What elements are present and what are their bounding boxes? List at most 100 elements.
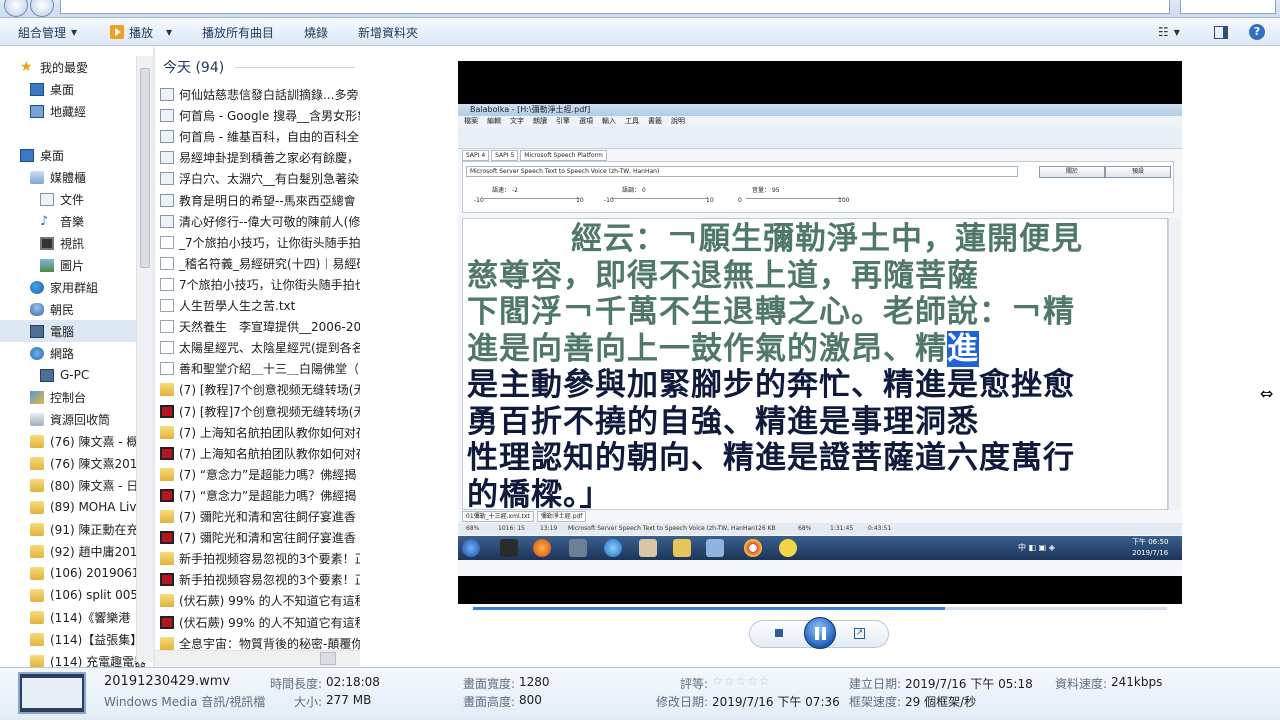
sidebar-item-desktop[interactable]: 桌面 bbox=[20, 144, 64, 166]
sidebar-folder[interactable]: (76) 陳文熹2019 bbox=[30, 452, 145, 474]
sidebar-item-library[interactable]: 媒體櫃 bbox=[30, 166, 86, 188]
file-item[interactable]: _7个旅拍小技巧，让你街头随手拍 bbox=[160, 232, 360, 253]
app-icon bbox=[779, 539, 797, 557]
file-item[interactable]: 新手拍视频容易忽视的3个要素！正 bbox=[160, 569, 360, 590]
sidebar-item-map[interactable]: 地藏經 bbox=[30, 100, 86, 122]
music-note-icon: ♪ bbox=[40, 213, 49, 229]
folder-icon bbox=[30, 610, 44, 624]
sidebar-scroll-thumb[interactable] bbox=[140, 68, 150, 268]
sidebar-folder[interactable]: (80) 陳文熹 - 日 bbox=[30, 474, 138, 496]
file-item[interactable]: (7) [教程]7个创意视频无缝转场(无 bbox=[160, 379, 360, 400]
sidebar-item-computer[interactable]: 電腦 bbox=[0, 320, 136, 342]
rating-stars[interactable]: ☆☆☆☆☆ bbox=[712, 674, 771, 688]
video-volume-slider bbox=[746, 198, 842, 199]
explorer-icon bbox=[673, 539, 691, 557]
sidebar-item-label: 桌面 bbox=[50, 82, 75, 97]
file-item[interactable]: (7) 上海知名航拍团队教你如何对夜 bbox=[160, 443, 360, 464]
file-item[interactable]: (7) 上海知名航拍团队教你如何对夜 bbox=[160, 422, 360, 443]
pitch-value: 0 bbox=[641, 187, 646, 194]
file-item[interactable]: 浮白穴、太淵穴__有白髮別急著染 bbox=[160, 168, 360, 189]
sidebar-folder[interactable]: (114)《響樂港 bbox=[30, 606, 130, 628]
address-bar[interactable] bbox=[60, 0, 1170, 14]
video-menu-item: 文字 bbox=[510, 117, 524, 125]
file-item[interactable]: (伏石蕨) 99% 的人不知道它有這種 bbox=[160, 590, 360, 611]
sidebar-item-network[interactable]: 網路 bbox=[30, 342, 74, 364]
file-item[interactable]: 太陽星經咒、太陰星經咒(提到各名 bbox=[160, 337, 360, 358]
sidebar-folder[interactable]: (92) 趙中庸2019 bbox=[30, 540, 145, 562]
file-item[interactable]: 何首烏 - Google 搜尋__含男女形象 bbox=[160, 105, 360, 126]
details-created[interactable]: 2019/7/16 下午 05:18 bbox=[905, 675, 1033, 692]
video-menu-item: 書籤 bbox=[648, 117, 662, 125]
status-field: Microsoft Server Speech Text to Speech V… bbox=[568, 525, 758, 532]
sidebar-item-favorites[interactable]: ★ 我的最愛 bbox=[20, 56, 88, 78]
sidebar-folder[interactable]: (89) MOHA Liv bbox=[30, 496, 136, 518]
sidebar-folder[interactable]: (114)【益張集】 bbox=[30, 628, 142, 650]
user-icon bbox=[30, 302, 44, 316]
file-name: _7个旅拍小技巧，让你街头随手拍 bbox=[179, 235, 360, 250]
preview-pane-button[interactable] bbox=[1214, 23, 1228, 41]
file-item[interactable]: 人生哲學人生之苦.txt bbox=[160, 295, 360, 316]
sidebar-item-documents[interactable]: 文件 bbox=[40, 188, 84, 210]
sidebar-folder[interactable]: (76) 陳文熹 - 概 bbox=[30, 430, 138, 452]
back-button[interactable] bbox=[4, 0, 28, 17]
help-button[interactable]: ? bbox=[1249, 23, 1265, 41]
sidebar-item-homegroup[interactable]: 家用群組 bbox=[30, 276, 98, 298]
slider-mark: 0 bbox=[738, 197, 742, 204]
file-item[interactable]: 何仙姑慈悲信發白話訓摘錄...多旁... bbox=[160, 84, 360, 105]
file-item[interactable]: 7个旅拍小技巧，让你街头随手拍也 bbox=[160, 274, 360, 295]
file-item[interactable]: _稽名符義_易經研究(十四)｜易經研 bbox=[160, 253, 360, 274]
sidebar-item-videos[interactable]: 視訊 bbox=[40, 232, 84, 254]
new-folder-button[interactable]: 新增資料夾 bbox=[358, 23, 418, 41]
details-height[interactable]: 800 bbox=[519, 693, 542, 707]
file-item[interactable]: (7) 彌陀光和清和宮往飼仔宴進香 - bbox=[160, 506, 360, 527]
group-header[interactable]: 今天 (94) bbox=[163, 57, 224, 77]
file-item[interactable]: 教育是明日的希望--馬來西亞總會 bbox=[160, 190, 360, 211]
details-datarate-label: 資料速度: bbox=[1055, 677, 1108, 691]
chevron-down-icon: ▼ bbox=[1173, 27, 1180, 37]
status-field: 68% bbox=[798, 525, 812, 532]
sidebar-item-control-panel[interactable]: 控制台 bbox=[30, 386, 86, 408]
sidebar-item-user[interactable]: 朝民 bbox=[30, 298, 74, 320]
sidebar-item-recycle-bin[interactable]: 資源回收筒 bbox=[30, 408, 110, 430]
sidebar-item-music[interactable]: ♪ 音樂 bbox=[40, 210, 84, 232]
sidebar-folder[interactable]: (106) 20190619 bbox=[30, 562, 147, 584]
view-options-button[interactable]: ☷ ▼ bbox=[1158, 23, 1180, 41]
file-item[interactable]: 新手拍视频容易忽视的3个要素！正 bbox=[160, 548, 360, 569]
organize-button[interactable]: 組合管理 ▼ bbox=[18, 23, 77, 41]
file-item[interactable]: (伏石蕨) 99% 的人不知道它有這種 bbox=[160, 612, 360, 633]
file-item[interactable]: 天然養生 李宣瑋提供__2006-200 bbox=[160, 316, 360, 337]
rate-value: -2 bbox=[511, 187, 518, 194]
file-item[interactable]: 易經坤卦提到積善之家必有餘慶， bbox=[160, 147, 360, 168]
open-player-button[interactable]: ↗ bbox=[854, 628, 865, 639]
file-item[interactable]: (7) [教程]7个创意视频无缝转场(无 bbox=[160, 401, 360, 422]
file-item[interactable]: (7) “意念力”是超能力嗎？佛經揭 bbox=[160, 485, 360, 506]
details-width[interactable]: 1280 bbox=[519, 675, 550, 689]
video-text-unread: 勇百折不撓的自強、精進是事理洞悉 bbox=[467, 403, 979, 440]
forward-button[interactable] bbox=[30, 0, 54, 17]
rate-label-text: 語速： bbox=[492, 187, 511, 194]
file-item[interactable]: 善和聖堂介紹＿十三＿白陽佛堂（ bbox=[160, 358, 360, 379]
file-item[interactable]: (7) 彌陀光和清和宮往飼仔宴進香 - bbox=[160, 527, 360, 548]
file-item[interactable]: (7) “意念力”是超能力嗎？佛經揭 bbox=[160, 464, 360, 485]
video-menu-item: 朗讀 bbox=[533, 117, 547, 125]
sidebar-folder[interactable]: (114) 充電趣電器 bbox=[30, 650, 146, 667]
file-item[interactable]: 清心好修行--偉大可敬的陳前人(修 bbox=[160, 211, 360, 232]
stop-button[interactable] bbox=[775, 629, 783, 637]
details-length[interactable]: 02:18:08 bbox=[326, 675, 380, 689]
pause-button[interactable] bbox=[804, 617, 836, 649]
sidebar-item-pictures[interactable]: 圖片 bbox=[40, 254, 84, 276]
play-button[interactable]: 播放 ▼ bbox=[110, 23, 172, 41]
sidebar-item-desktop-fav[interactable]: 桌面 bbox=[30, 78, 74, 100]
search-input[interactable] bbox=[1180, 0, 1276, 14]
sidebar-folder[interactable]: (106) split 005g bbox=[30, 584, 146, 606]
file-list-scroll-thumb[interactable] bbox=[320, 652, 336, 665]
folder-icon bbox=[160, 510, 174, 523]
play-all-button[interactable]: 播放所有曲目 bbox=[202, 23, 274, 41]
folder-icon bbox=[160, 636, 174, 650]
video-menu-item: 輸入 bbox=[602, 117, 616, 125]
sidebar-folder[interactable]: (91) 陳正勳在充 bbox=[30, 518, 138, 540]
webpage-icon bbox=[160, 130, 174, 144]
file-item[interactable]: 何首烏 - 維基百科，自由的百科全書 bbox=[160, 126, 360, 147]
burn-button[interactable]: 燒錄 bbox=[304, 23, 328, 41]
sidebar-item-gpc[interactable]: G-PC bbox=[40, 364, 89, 386]
